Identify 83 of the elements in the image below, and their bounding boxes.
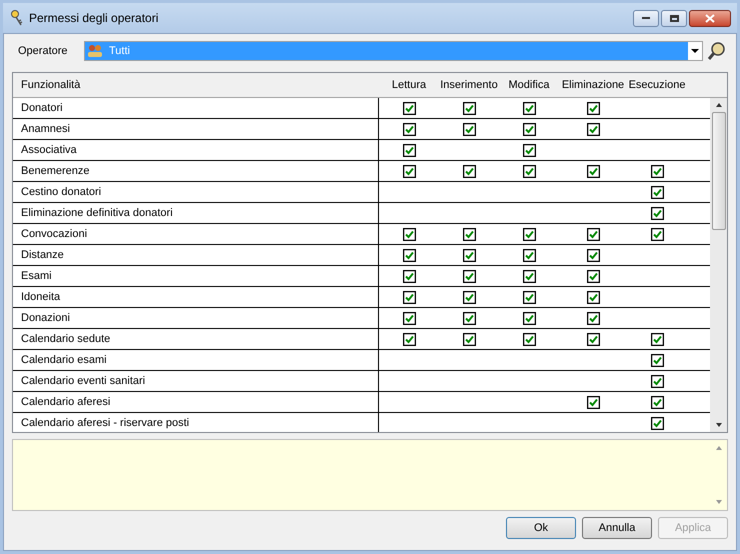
close-icon — [705, 14, 715, 22]
feature-name: Distanze — [13, 245, 379, 265]
checked-checkbox[interactable] — [522, 312, 536, 324]
feature-name: Eliminazione definitiva donatori — [13, 203, 379, 223]
operator-label: Operatore — [17, 44, 69, 59]
checked-checkbox[interactable] — [462, 102, 476, 114]
checked-checkbox[interactable] — [522, 248, 536, 262]
feature-name: Calendario sedute — [13, 329, 379, 349]
checked-checkbox[interactable] — [586, 248, 600, 262]
checked-checkbox[interactable] — [522, 102, 536, 114]
feature-name: Benemerenze — [13, 161, 379, 181]
feature-name: Calendario eventi sanitari — [13, 371, 379, 391]
checked-checkbox[interactable] — [586, 228, 600, 240]
dialog-button[interactable]: Ok — [506, 517, 576, 539]
people-icon — [87, 44, 103, 58]
column-header[interactable]: Funzionalità — [13, 76, 379, 94]
checked-checkbox[interactable] — [650, 374, 664, 388]
checked-checkbox[interactable] — [650, 354, 664, 366]
checked-checkbox[interactable] — [586, 290, 600, 304]
feature-name: Cestino donatori — [13, 182, 379, 202]
checked-checkbox[interactable] — [402, 290, 416, 304]
feature-name: Anamnesi — [13, 119, 379, 139]
maximize-button[interactable] — [661, 10, 687, 26]
checked-checkbox[interactable] — [650, 228, 664, 240]
checked-checkbox[interactable] — [522, 144, 536, 156]
checked-checkbox[interactable] — [522, 164, 536, 178]
feature-name: Calendario esami — [13, 350, 379, 370]
checked-checkbox[interactable] — [522, 270, 536, 282]
feature-name: Idoneita — [13, 287, 379, 307]
checked-checkbox[interactable] — [462, 332, 476, 346]
checked-checkbox[interactable] — [462, 290, 476, 304]
checked-checkbox[interactable] — [402, 102, 416, 114]
search-icon — [707, 41, 727, 61]
checked-checkbox[interactable] — [586, 332, 600, 346]
checked-checkbox[interactable] — [402, 332, 416, 346]
checked-checkbox[interactable] — [522, 228, 536, 240]
vertical-scrollbar[interactable] — [710, 98, 727, 432]
checked-checkbox[interactable] — [586, 102, 600, 114]
feature-name: Calendario aferesi — [13, 392, 379, 412]
checked-checkbox[interactable] — [522, 332, 536, 346]
feature-name: Donazioni — [13, 308, 379, 328]
checked-checkbox[interactable] — [522, 290, 536, 304]
column-header[interactable]: Inserimento — [439, 76, 499, 94]
checked-checkbox[interactable] — [586, 164, 600, 178]
checked-checkbox[interactable] — [462, 122, 476, 136]
checked-checkbox[interactable] — [586, 122, 600, 136]
window-title: Permessi degli operatori — [29, 10, 158, 27]
column-header[interactable]: Eliminazione — [559, 76, 627, 94]
checked-checkbox[interactable] — [402, 164, 416, 178]
checked-checkbox[interactable] — [402, 270, 416, 282]
checked-checkbox[interactable] — [402, 312, 416, 324]
checked-checkbox[interactable] — [462, 164, 476, 178]
checked-checkbox[interactable] — [462, 270, 476, 282]
column-header[interactable]: Lettura — [379, 76, 439, 94]
column-header[interactable]: Esecuzione — [627, 76, 687, 94]
checked-checkbox[interactable] — [650, 206, 664, 220]
checked-checkbox[interactable] — [462, 312, 476, 324]
checked-checkbox[interactable] — [586, 270, 600, 282]
operator-value: Tutti — [109, 44, 130, 59]
close-button[interactable] — [689, 10, 731, 26]
checked-checkbox[interactable] — [402, 248, 416, 262]
checked-checkbox[interactable] — [402, 122, 416, 136]
scroll-thumb[interactable] — [712, 112, 726, 230]
checked-checkbox[interactable] — [522, 122, 536, 136]
feature-name: Convocazioni — [13, 224, 379, 244]
checked-checkbox[interactable] — [402, 144, 416, 156]
checked-checkbox[interactable] — [462, 248, 476, 262]
minimize-button[interactable] — [633, 10, 659, 26]
checked-checkbox[interactable] — [650, 332, 664, 346]
checked-checkbox[interactable] — [650, 416, 664, 430]
checked-checkbox[interactable] — [650, 164, 664, 178]
feature-name: Associativa — [13, 140, 379, 160]
feature-name: Calendario aferesi - riservare posti — [13, 413, 379, 432]
feature-name: Esami — [13, 266, 379, 286]
dialog-button[interactable]: Annulla — [582, 517, 652, 539]
feature-name: Donatori — [13, 98, 379, 118]
checked-checkbox[interactable] — [586, 312, 600, 324]
checked-checkbox[interactable] — [650, 186, 664, 198]
checked-checkbox[interactable] — [650, 396, 664, 408]
checked-checkbox[interactable] — [462, 228, 476, 240]
checked-checkbox[interactable] — [586, 396, 600, 408]
column-header[interactable]: Modifica — [499, 76, 559, 94]
checked-checkbox[interactable] — [402, 228, 416, 240]
